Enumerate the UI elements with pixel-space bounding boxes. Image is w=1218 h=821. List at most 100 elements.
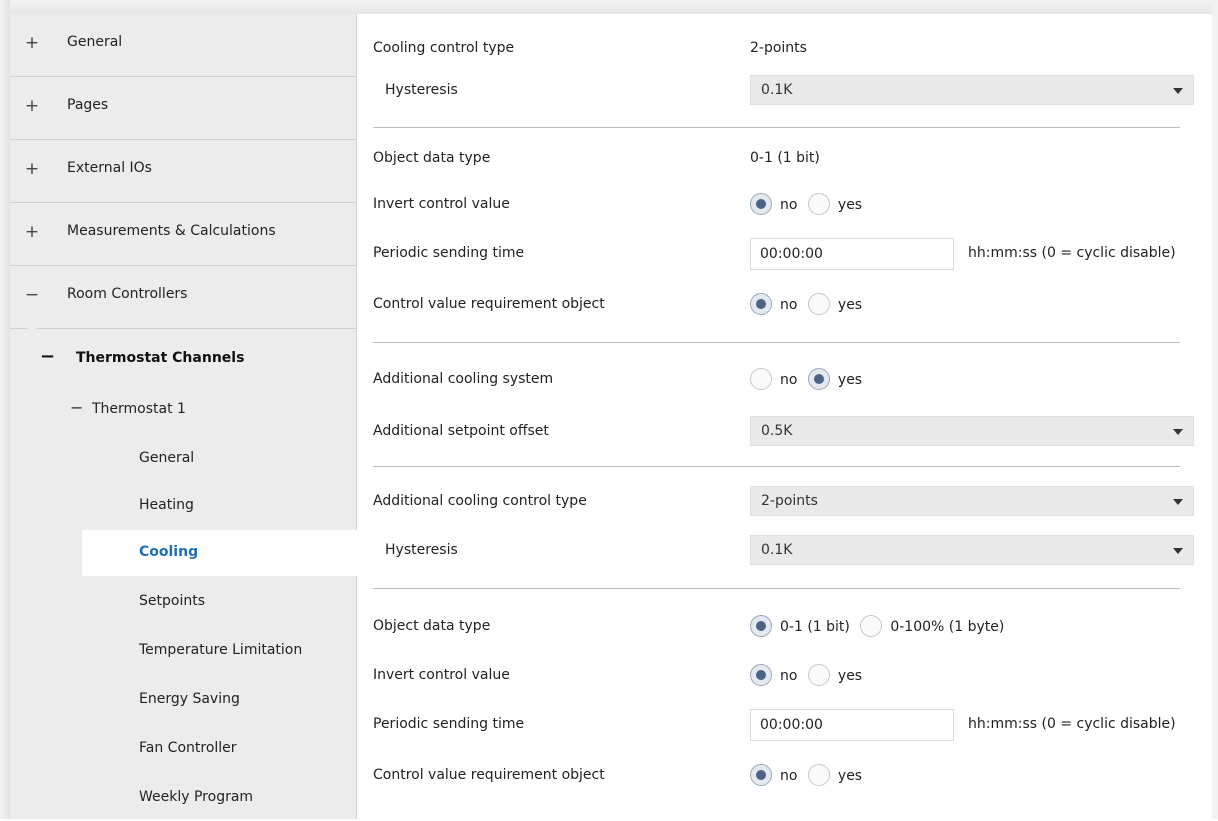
radio-checked-icon [750,615,772,637]
sidebar-leaf-energy-saving[interactable]: Energy Saving [82,677,356,723]
row-control-value-requirement-additional: Control value requirement object no yes [357,759,1212,793]
radio-yes[interactable]: yes [807,367,863,393]
sidebar-item-general[interactable]: + General [10,14,356,77]
sidebar-leaf-weekly-program[interactable]: Weekly Program [82,775,356,821]
input-value: 00:00:00 [760,717,823,733]
sidebar-item-label: External IOs [67,160,152,176]
radio-1byte[interactable]: 0-100% (1 byte) [860,614,1004,640]
radio-checked-icon [750,664,772,686]
field-label: Cooling control type [373,40,515,56]
radio-label: yes [837,668,863,684]
row-periodic-sending-time-additional: Periodic sending time 00:00:00 hh:mm:ss … [357,708,1212,742]
field-value: 2-points [750,40,807,56]
tree-notch [22,323,42,333]
window-frame-right [1212,0,1218,819]
radio-1bit[interactable]: 0-1 (1 bit) [750,614,850,640]
radio-unchecked-icon [860,615,883,637]
sidebar-item-label: Room Controllers [67,286,188,302]
row-periodic-sending-time: Periodic sending time 00:00:00 hh:mm:ss … [357,237,1212,271]
row-invert-control-value-additional: Invert control value no yes [357,659,1212,693]
sidebar-leaf-label: Weekly Program [139,789,254,805]
field-label: Control value requirement object [373,296,605,312]
parameter-panel: Cooling control type 2-points Hysteresis… [357,14,1212,819]
sidebar-item-thermostat-1[interactable]: − Thermostat 1 [10,386,356,436]
sidebar-leaf-heating[interactable]: Heating [82,483,356,529]
hysteresis-additional-select[interactable]: 0.1K [750,535,1194,565]
radio-label: no [780,297,798,313]
row-hysteresis-additional: Hysteresis 0.1K [357,534,1212,568]
invert-additional-radio-group: no yes [750,663,868,689]
sidebar-leaf-label: Energy Saving [139,691,240,707]
field-value: 0-1 (1 bit) [750,150,820,166]
sidebar-item-pages[interactable]: + Pages [10,77,356,140]
requirement-radio-group: no yes [750,292,868,318]
sidebar-leaf-temperature-limitation[interactable]: Temperature Limitation [82,628,356,674]
sidebar-item-external-ios[interactable]: + External IOs [10,140,356,203]
sidebar-leaf-fan-controller[interactable]: Fan Controller [82,726,356,772]
sidebar: + General + Pages + External IOs + Measu… [10,14,358,821]
input-value: 00:00:00 [760,246,823,262]
radio-no[interactable]: no [750,292,797,318]
dropdown-caret-icon [1173,429,1183,435]
sidebar-leaf-label: General [139,450,195,466]
field-label: Object data type [373,150,491,166]
select-value: 0.1K [761,82,793,98]
radio-no[interactable]: no [750,763,797,789]
row-control-value-requirement: Control value requirement object no yes [357,288,1212,322]
sidebar-item-room-controllers[interactable]: − Room Controllers [10,266,356,329]
sidebar-leaf-label: Cooling [139,544,199,560]
field-label: Invert control value [373,667,510,683]
field-label: Object data type [373,618,491,634]
radio-yes[interactable]: yes [807,763,862,789]
radio-yes[interactable]: yes [807,663,863,689]
sidebar-item-measurements[interactable]: + Measurements & Calculations [10,203,356,266]
radio-yes[interactable]: yes [807,292,863,318]
sidebar-leaf-label: Fan Controller [139,740,237,756]
expand-plus-icon: + [24,96,40,116]
radio-label: yes [837,372,863,388]
radio-label: no [780,372,798,388]
radio-label: yes [837,297,863,313]
periodic-time-input[interactable]: 00:00:00 [750,238,954,270]
sidebar-section-thermostat-channels[interactable]: − Thermostat Channels [10,336,356,386]
row-cooling-control-type: Cooling control type 2-points [357,32,1212,66]
field-label: Additional cooling control type [373,493,587,509]
field-label: Periodic sending time [373,716,525,732]
row-invert-control-value: Invert control value no yes [357,188,1212,222]
hysteresis-select[interactable]: 0.1K [750,75,1194,105]
dropdown-caret-icon [1173,88,1183,94]
radio-unchecked-icon [807,193,830,215]
sidebar-leaf-setpoints[interactable]: Setpoints [82,579,356,625]
periodic-time-additional-input[interactable]: 00:00:00 [750,709,954,741]
field-label: Control value requirement object [373,767,605,783]
sidebar-leaf-general[interactable]: General [82,436,356,482]
radio-label: 0-100% (1 byte) [890,619,1005,635]
sidebar-item-label: Pages [67,97,109,113]
radio-yes[interactable]: yes [807,192,863,218]
row-object-data-type: Object data type 0-1 (1 bit) [357,142,1212,176]
radio-checked-icon [750,764,772,786]
radio-no[interactable]: no [750,192,797,218]
radio-no[interactable]: no [750,663,797,689]
additional-control-type-select[interactable]: 2-points [750,486,1194,516]
row-hysteresis: Hysteresis 0.1K [357,74,1212,108]
sidebar-leaf-label: Setpoints [139,593,205,609]
collapse-minus-icon: − [70,398,84,417]
field-label: Periodic sending time [373,245,525,261]
setpoint-offset-select[interactable]: 0.5K [750,416,1194,446]
expand-plus-icon: + [24,33,40,53]
row-additional-control-type: Additional cooling control type 2-points [357,485,1212,519]
radio-label: yes [837,197,863,213]
field-label: Hysteresis [385,82,458,98]
select-value: 2-points [761,493,818,509]
invert-radio-group: no yes [750,192,868,218]
radio-checked-icon [750,193,772,215]
radio-label: no [780,197,798,213]
sidebar-leaf-cooling[interactable]: Cooling [82,530,358,576]
row-additional-setpoint-offset: Additional setpoint offset 0.5K [357,415,1212,449]
radio-no[interactable]: no [750,367,797,393]
select-value: 0.1K [761,542,793,558]
section-divider [373,466,1180,467]
expand-plus-icon: + [24,159,40,179]
object-data-type-radio-group: 0-1 (1 bit) 0-100% (1 byte) [750,614,1010,640]
